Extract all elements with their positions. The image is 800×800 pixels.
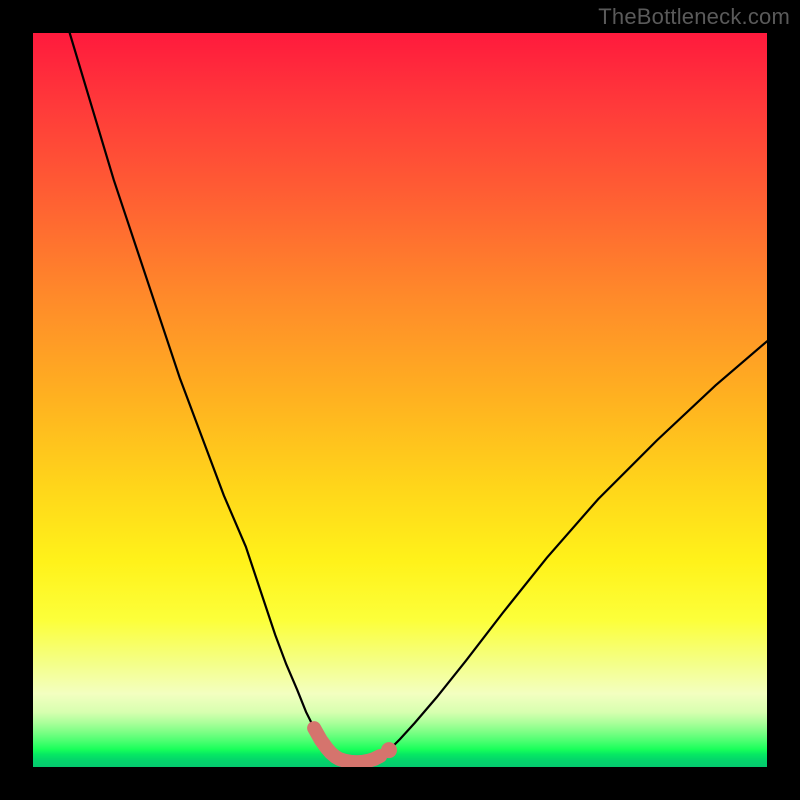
- plot-area: [33, 33, 767, 767]
- highlight-dot: [381, 742, 397, 758]
- chart-frame: TheBottleneck.com: [0, 0, 800, 800]
- highlight-arc: [314, 728, 380, 762]
- bottleneck-curve: [70, 33, 767, 762]
- watermark-text: TheBottleneck.com: [598, 4, 790, 30]
- curve-layer: [33, 33, 767, 767]
